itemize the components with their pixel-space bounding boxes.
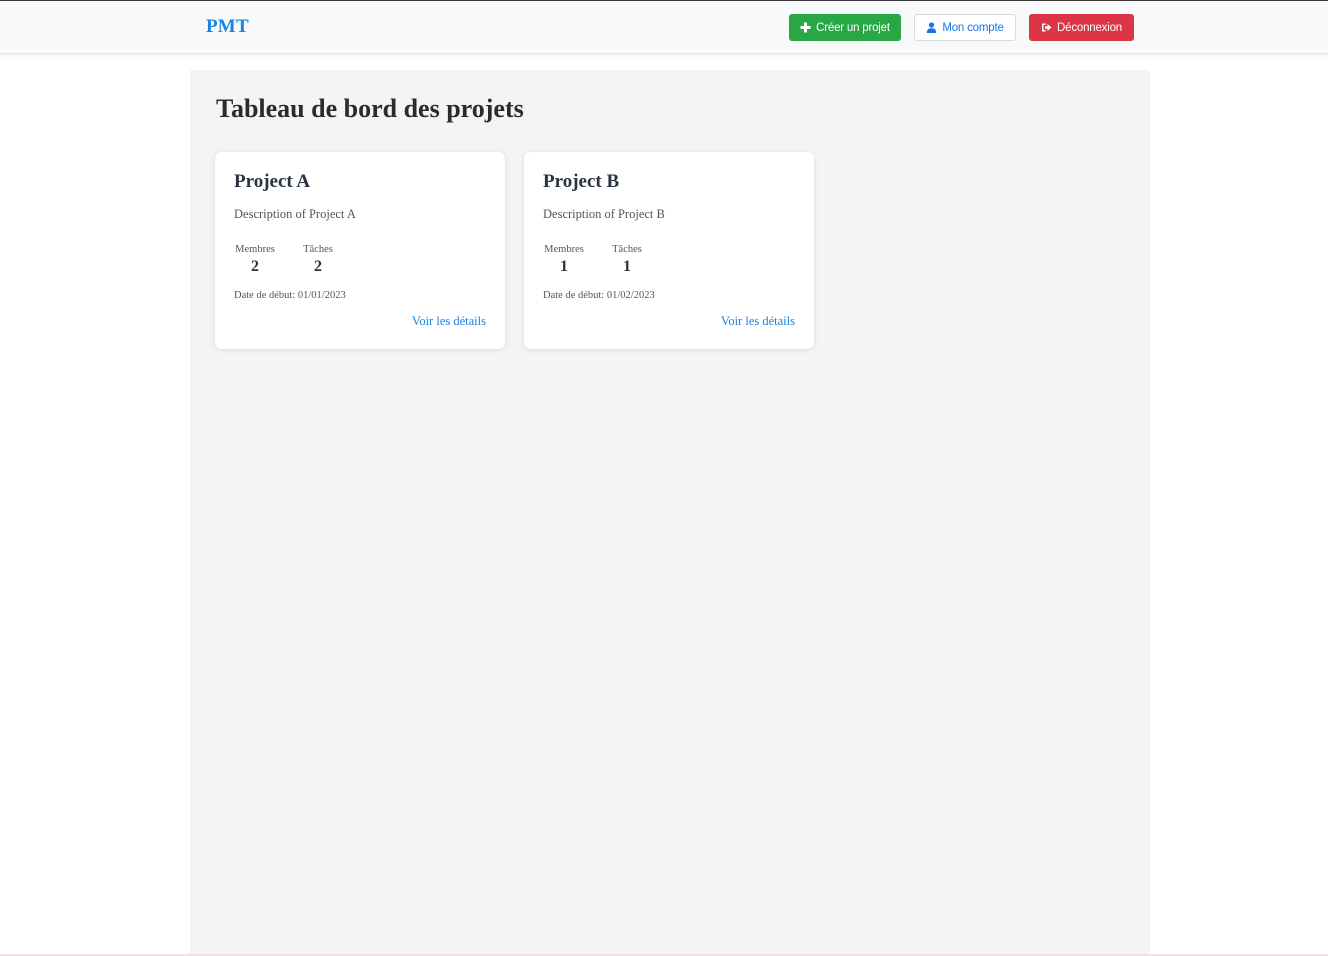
my-account-button[interactable]: Mon compte (914, 14, 1016, 41)
project-description: Description of Project A (234, 207, 356, 221)
project-title: Project A (234, 171, 311, 192)
project-title: Project B (543, 171, 620, 192)
tasks-label: Tâches (303, 244, 333, 255)
project-card: Project B Description of Project B Membr… (524, 152, 814, 349)
tasks-label: Tâches (612, 244, 642, 255)
members-label: Membres (235, 244, 275, 255)
members-stat: Membres 1 (543, 244, 585, 278)
tasks-count: 2 (314, 258, 322, 275)
view-details-link[interactable]: Voir les détails (721, 314, 795, 329)
create-project-button[interactable]: Créer un projet (789, 14, 901, 41)
create-project-label: Créer un projet (816, 21, 890, 34)
project-card: Project A Description of Project A Membr… (215, 152, 505, 349)
view-details-link[interactable]: Voir les détails (412, 314, 486, 329)
brand-logo[interactable]: PMT (206, 16, 249, 38)
project-description: Description of Project B (543, 207, 665, 221)
tasks-count: 1 (623, 258, 631, 275)
sign-out-icon (1041, 22, 1052, 33)
plus-icon (800, 22, 811, 33)
start-date: Date de début: 01/01/2023 (234, 290, 346, 301)
tasks-stat: Tâches 2 (301, 244, 335, 278)
start-date-value: 01/01/2023 (297, 290, 346, 301)
start-date-value: 01/02/2023 (606, 290, 655, 301)
members-count: 2 (251, 258, 259, 275)
logout-label: Déconnexion (1057, 21, 1122, 34)
page-title: Tableau de bord des projets (216, 94, 524, 123)
members-stat: Membres 2 (234, 244, 276, 278)
dashboard-main: Tableau de bord des projets Project A De… (190, 70, 1150, 956)
start-date: Date de début: 01/02/2023 (543, 290, 655, 301)
logout-button[interactable]: Déconnexion (1029, 14, 1134, 41)
user-icon (926, 22, 937, 33)
my-account-label: Mon compte (942, 21, 1004, 34)
members-label: Membres (544, 244, 584, 255)
navbar: PMT Créer un projet Mon compte Déconnexi… (0, 1, 1328, 54)
start-date-label: Date de début: (543, 290, 605, 301)
members-count: 1 (560, 258, 568, 275)
start-date-label: Date de début: (234, 290, 296, 301)
tasks-stat: Tâches 1 (610, 244, 644, 278)
